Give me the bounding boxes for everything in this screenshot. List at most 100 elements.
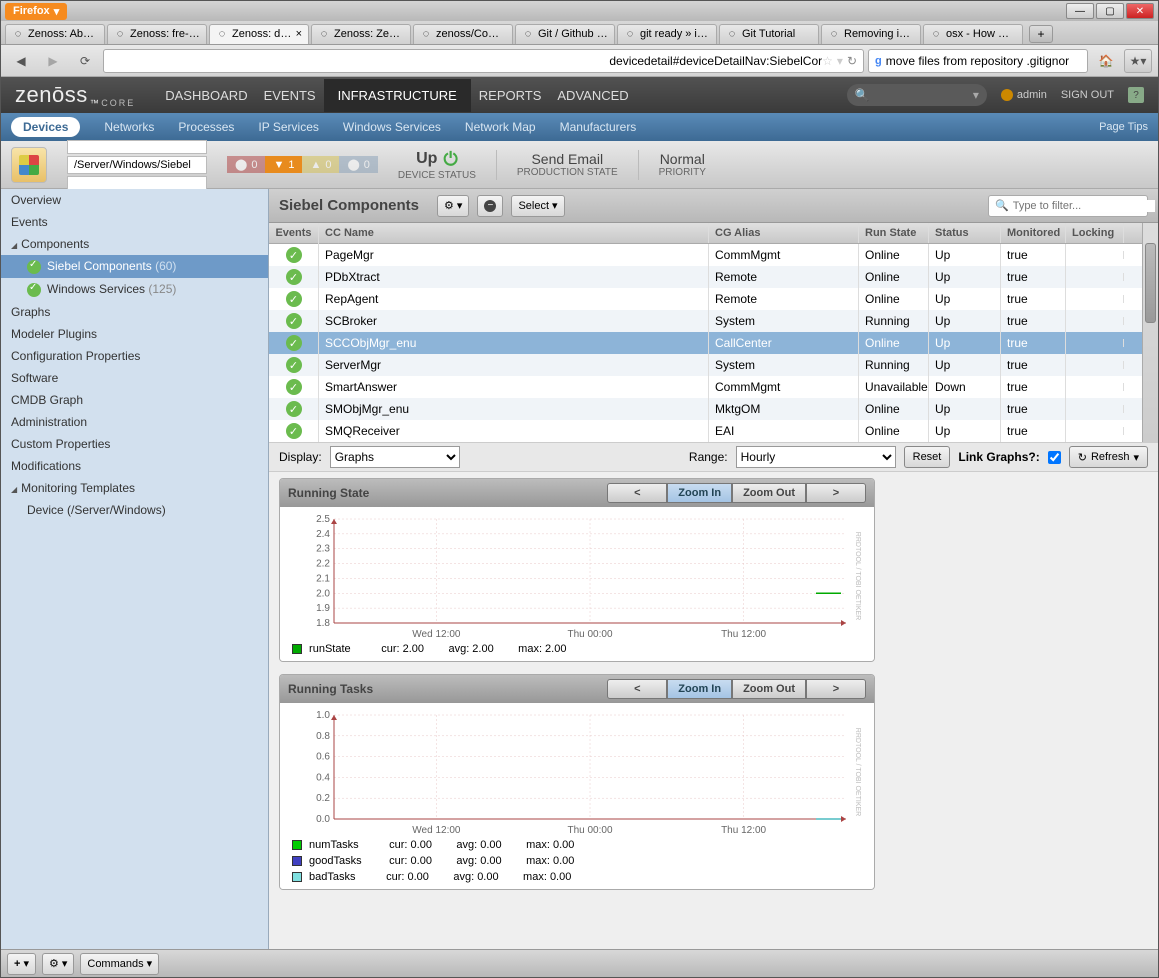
range-select[interactable]: Hourly: [736, 446, 896, 468]
table-row[interactable]: ✓PageMgrCommMgmtOnlineUptrue: [269, 244, 1142, 266]
graph-zoom-out-button[interactable]: Zoom Out: [732, 679, 806, 699]
sev-error[interactable]: ▼1: [265, 156, 302, 173]
sidebar-item-siebel-components[interactable]: Siebel Components (60): [1, 255, 268, 278]
filter-box[interactable]: 🔍: [988, 195, 1148, 217]
delete-button[interactable]: −: [477, 195, 503, 217]
user-menu[interactable]: admin: [1001, 89, 1047, 101]
subnav-processes[interactable]: Processes: [178, 120, 234, 134]
signout-link[interactable]: SIGN OUT: [1061, 89, 1114, 101]
search-input[interactable]: [886, 54, 1081, 68]
table-row[interactable]: ✓SCCObjMgr_enuCallCenterOnlineUptrue: [269, 332, 1142, 354]
browser-tab[interactable]: ◌Zenoss: fre-p...: [107, 24, 207, 44]
browser-tab[interactable]: ◌Removing ig...: [821, 24, 921, 44]
sidebar-item-graphs[interactable]: Graphs: [1, 301, 268, 323]
table-row[interactable]: ✓SCBrokerSystemRunningUptrue: [269, 310, 1142, 332]
sidebar-item-configuration-properties[interactable]: Configuration Properties: [1, 345, 268, 367]
col-run-state[interactable]: Run State: [859, 223, 929, 243]
col-status[interactable]: Status: [929, 223, 1001, 243]
display-select[interactable]: Graphs: [330, 446, 460, 468]
filter-input[interactable]: [1013, 200, 1155, 212]
device-ip-box[interactable]: [67, 176, 207, 190]
device-name-box[interactable]: [67, 140, 207, 154]
header-search[interactable]: 🔍 ▾: [847, 84, 987, 106]
help-button[interactable]: ?: [1128, 87, 1144, 103]
subnav-network-map[interactable]: Network Map: [465, 120, 536, 134]
col-cg-alias[interactable]: CG Alias: [709, 223, 859, 243]
sidebar-item-components[interactable]: Components: [1, 233, 268, 255]
table-row[interactable]: ✓RepAgentRemoteOnlineUptrue: [269, 288, 1142, 310]
top-nav-dashboard[interactable]: DASHBOARD: [157, 79, 255, 112]
sidebar-item-software[interactable]: Software: [1, 367, 268, 389]
browser-tab[interactable]: ◌Zenoss: About: [5, 24, 105, 44]
zenoss-logo[interactable]: zenōss ™ CORE: [15, 82, 135, 108]
sidebar-item-overview[interactable]: Overview: [1, 189, 268, 211]
top-nav-events[interactable]: EVENTS: [256, 79, 324, 112]
scroll-thumb[interactable]: [1145, 243, 1156, 323]
maximize-button[interactable]: ▢: [1096, 3, 1124, 19]
graph-prev-button[interactable]: <: [607, 483, 667, 503]
col-cc-name[interactable]: CC Name: [319, 223, 709, 243]
home-button[interactable]: 🏠: [1092, 49, 1120, 73]
sidebar-item-modeler-plugins[interactable]: Modeler Plugins: [1, 323, 268, 345]
subnav-windows-services[interactable]: Windows Services: [343, 120, 441, 134]
graph-next-button[interactable]: >: [806, 483, 866, 503]
col-events[interactable]: Events: [269, 223, 319, 243]
graph-next-button[interactable]: >: [806, 679, 866, 699]
reset-button[interactable]: Reset: [904, 446, 951, 468]
url-input[interactable]: [110, 54, 822, 68]
add-button[interactable]: +▾: [7, 953, 36, 975]
addon-button[interactable]: ★▾: [1124, 49, 1152, 73]
browser-tab[interactable]: ◌Git Tutorial: [719, 24, 819, 44]
col-locking[interactable]: Locking: [1066, 223, 1124, 243]
new-tab-button[interactable]: +: [1029, 25, 1053, 43]
sidebar-item-cmdb-graph[interactable]: CMDB Graph: [1, 389, 268, 411]
firefox-menu-button[interactable]: Firefox ▾: [5, 3, 67, 20]
reload-inner-icon[interactable]: ↻: [847, 54, 857, 68]
minimize-button[interactable]: —: [1066, 3, 1094, 19]
subnav-networks[interactable]: Networks: [104, 120, 154, 134]
sidebar-item-device-server-windows-[interactable]: Device (/Server/Windows): [1, 499, 268, 521]
graph-zoom-out-button[interactable]: Zoom Out: [732, 483, 806, 503]
close-tab-icon[interactable]: ×: [296, 28, 302, 40]
browser-tab[interactable]: ◌Git / Github Z...: [515, 24, 615, 44]
subnav-ip-services[interactable]: IP Services: [258, 120, 318, 134]
top-nav-reports[interactable]: REPORTS: [471, 79, 550, 112]
gear-button-bottom[interactable]: ⚙▾: [42, 953, 74, 975]
close-button[interactable]: ✕: [1126, 3, 1154, 19]
select-button[interactable]: Select▾: [511, 195, 564, 217]
browser-tab[interactable]: ◌git ready » ig...: [617, 24, 717, 44]
forward-button[interactable]: ▶: [39, 49, 67, 73]
sidebar-item-windows-services[interactable]: Windows Services (125): [1, 278, 268, 301]
star-icon[interactable]: ☆: [822, 54, 833, 68]
grid-scrollbar[interactable]: [1142, 223, 1158, 442]
table-row[interactable]: ✓ServerMgrSystemRunningUptrue: [269, 354, 1142, 376]
sidebar-item-administration[interactable]: Administration: [1, 411, 268, 433]
graph-zoom-in-button[interactable]: Zoom In: [667, 679, 732, 699]
sidebar-item-custom-properties[interactable]: Custom Properties: [1, 433, 268, 455]
link-graphs-checkbox[interactable]: [1048, 451, 1061, 464]
browser-tab[interactable]: ◌Zenoss: ZenP...: [311, 24, 411, 44]
sev-info[interactable]: ⬤0: [339, 156, 377, 173]
browser-tab[interactable]: ◌osx - How Ca...: [923, 24, 1023, 44]
col-monitored[interactable]: Monitored: [1001, 223, 1066, 243]
refresh-button[interactable]: ↻Refresh▾: [1069, 446, 1148, 468]
browser-tab[interactable]: ◌Zenoss: df...×: [209, 24, 309, 44]
subnav-devices[interactable]: Devices: [11, 117, 80, 137]
page-tips-link[interactable]: Page Tips: [1099, 121, 1148, 133]
graph-prev-button[interactable]: <: [607, 679, 667, 699]
browser-search-box[interactable]: g: [868, 49, 1088, 73]
table-row[interactable]: ✓SMQReceiverEAIOnlineUptrue: [269, 420, 1142, 442]
subnav-manufacturers[interactable]: Manufacturers: [560, 120, 637, 134]
sev-warning[interactable]: ▲0: [302, 156, 339, 173]
back-button[interactable]: ◀: [7, 49, 35, 73]
reload-button[interactable]: ⟳: [71, 49, 99, 73]
table-row[interactable]: ✓SmartAnswerCommMgmtUnavailableDowntrue: [269, 376, 1142, 398]
sev-critical[interactable]: ⬤0: [227, 156, 265, 173]
device-path-box[interactable]: /Server/Windows/Siebel: [67, 156, 207, 174]
graph-zoom-in-button[interactable]: Zoom In: [667, 483, 732, 503]
table-row[interactable]: ✓PDbXtractRemoteOnlineUptrue: [269, 266, 1142, 288]
sidebar-item-events[interactable]: Events: [1, 211, 268, 233]
url-bar[interactable]: ☆ ▾ ↻: [103, 49, 864, 73]
sidebar-item-modifications[interactable]: Modifications: [1, 455, 268, 477]
table-row[interactable]: ✓SMObjMgr_enuMktgOMOnlineUptrue: [269, 398, 1142, 420]
